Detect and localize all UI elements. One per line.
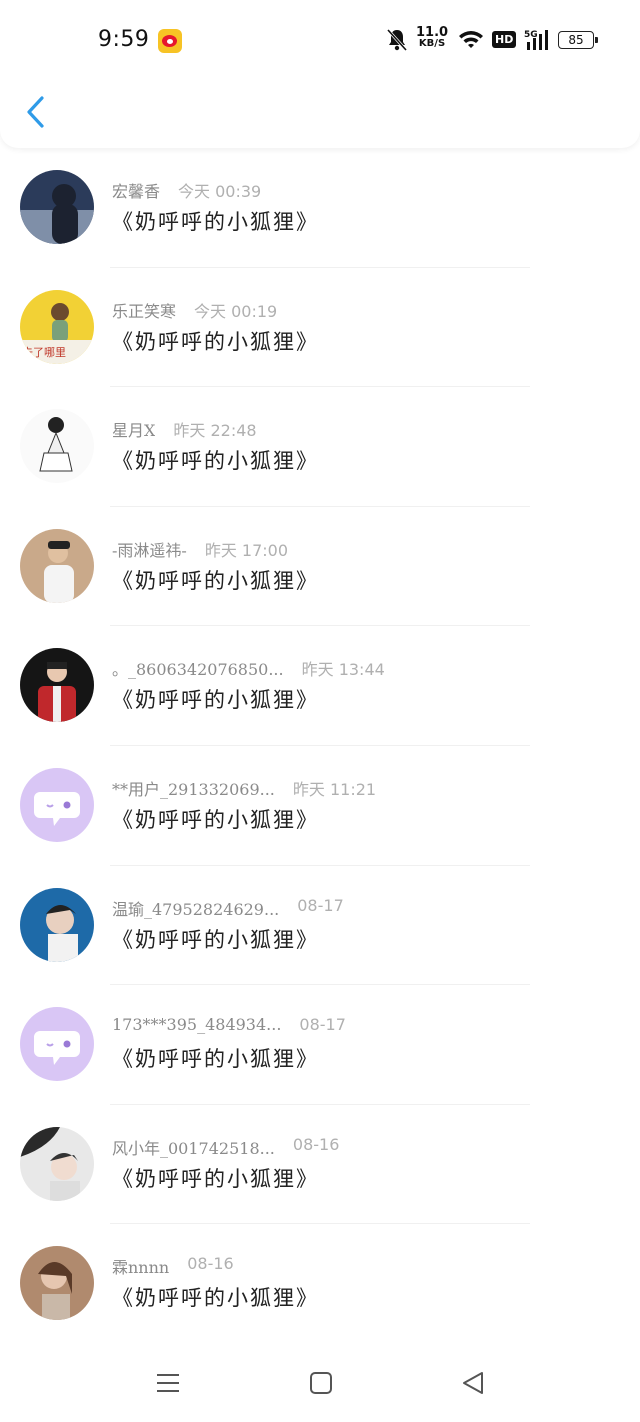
user-name: **用户_291332069...: [112, 779, 275, 799]
message-text: 《奶呼呼的小狐狸》: [112, 210, 319, 234]
message-text: 《奶呼呼的小狐狸》: [112, 927, 319, 952]
message-text: 《奶呼呼的小狐狸》: [112, 329, 319, 354]
message-text: 《奶呼呼的小狐狸》: [112, 1047, 319, 1072]
item-meta: 。_8606342076850... 昨天 13:44: [112, 656, 385, 680]
item-meta: 宏馨香 今天 00:39: [112, 178, 262, 201]
message-text: 《奶呼呼的小狐狸》: [112, 449, 319, 474]
message-text: 《奶呼呼的小狐狸》: [112, 1166, 319, 1191]
avatar[interactable]: [20, 1126, 94, 1201]
home-square-icon[interactable]: [308, 1370, 334, 1396]
list-item[interactable]: -雨淋遥祎- 昨天 17:00 《奶呼呼的小狐狸》: [0, 507, 640, 627]
weibo-app-icon: [158, 29, 182, 53]
user-name: 宏馨香: [112, 182, 161, 201]
bell-muted-icon: [386, 28, 408, 52]
avatar[interactable]: 去了哪里: [20, 289, 94, 364]
net-speed: 11.0 KB/S: [416, 26, 448, 49]
item-meta: 乐正笑寒 今天 00:19: [112, 298, 278, 321]
user-name: 霖nnnn: [112, 1258, 170, 1278]
user-name: -雨淋遥祎-: [112, 540, 187, 560]
item-meta: 173***395_484934... 08-17: [112, 1015, 346, 1037]
battery-indicator: 85: [558, 31, 598, 49]
back-triangle-icon[interactable]: [460, 1370, 486, 1396]
item-meta: **用户_291332069... 昨天 11:21: [112, 776, 377, 799]
message-text: 《奶呼呼的小狐狸》: [112, 688, 319, 713]
message-time: 今天 00:39: [178, 182, 262, 201]
message-list: 宏馨香 今天 00:39 《奶呼呼的小狐狸》 去了哪里 乐正笑寒 今天 00:19 …: [0, 148, 640, 1344]
avatar[interactable]: [20, 1246, 94, 1321]
message-text: 《奶呼呼的小狐狸》: [112, 568, 319, 593]
message-time: 昨天 13:44: [301, 660, 385, 680]
svg-text:去了哪里: 去了哪里: [22, 346, 66, 359]
message-text: 《奶呼呼的小狐狸》: [112, 807, 319, 832]
message-time: 昨天 17:00: [204, 540, 289, 560]
avatar[interactable]: [20, 887, 94, 962]
list-item[interactable]: **用户_291332069... 昨天 11:21 《奶呼呼的小狐狸》: [0, 746, 640, 866]
avatar[interactable]: [20, 528, 94, 603]
message-time: 08-16: [187, 1254, 234, 1274]
message-time: 08-16: [292, 1134, 340, 1154]
item-meta: 风小年_001742518... 08-16: [112, 1134, 340, 1158]
user-name: 温瑜_47952824629...: [112, 899, 280, 919]
item-meta: 霖nnnn 08-16: [112, 1254, 234, 1278]
avatar[interactable]: [20, 409, 94, 484]
message-time: 08-17: [297, 895, 344, 915]
list-item[interactable]: 宏馨香 今天 00:39 《奶呼呼的小狐狸》: [0, 148, 640, 268]
item-meta: -雨淋遥祎- 昨天 17:00: [112, 537, 289, 560]
list-item[interactable]: 。_8606342076850... 昨天 13:44 《奶呼呼的小狐狸》: [0, 626, 640, 746]
message-time: 今天 00:19: [194, 301, 278, 321]
avatar[interactable]: [20, 1007, 94, 1082]
avatar[interactable]: [20, 648, 94, 723]
wifi-icon: [458, 28, 484, 50]
list-item[interactable]: 霖nnnn 08-16 《奶呼呼的小狐狸》: [0, 1224, 640, 1344]
list-item[interactable]: 温瑜_47952824629... 08-17 《奶呼呼的小狐狸》: [0, 866, 640, 986]
item-meta: 温瑜_47952824629... 08-17: [112, 895, 344, 919]
status-time: 9:59: [98, 27, 150, 52]
net-speed-unit: KB/S: [418, 38, 446, 49]
list-item[interactable]: 星月X 昨天 22:48 《奶呼呼的小狐狸》: [0, 387, 640, 507]
message-text: 《奶呼呼的小狐狸》: [112, 1286, 319, 1311]
message-time: 昨天 22:48: [173, 421, 257, 441]
hd-badge: HD: [492, 31, 517, 48]
item-meta: 星月X 昨天 22:48: [112, 417, 257, 441]
list-item[interactable]: 173***395_484934... 08-17 《奶呼呼的小狐狸》: [0, 985, 640, 1105]
user-name: 风小年_001742518...: [112, 1138, 275, 1158]
avatar[interactable]: [20, 170, 94, 244]
list-item[interactable]: 去了哪里 乐正笑寒 今天 00:19 《奶呼呼的小狐狸》: [0, 268, 640, 388]
message-time: 08-17: [299, 1015, 346, 1035]
user-name: 173***395_484934...: [112, 1015, 282, 1035]
list-item[interactable]: 风小年_001742518... 08-16 《奶呼呼的小狐狸》: [0, 1105, 640, 1225]
chevron-left-icon[interactable]: [22, 94, 52, 130]
avatar[interactable]: [20, 767, 94, 842]
user-name: 乐正笑寒: [112, 301, 177, 321]
signal-icon: 5G: [524, 28, 552, 52]
status-bar: 9:59 11.0 KB/S HD 5G 85: [0, 0, 640, 80]
user-name: 。_8606342076850...: [112, 660, 284, 680]
menu-icon[interactable]: [155, 1370, 181, 1396]
user-name: 星月X: [112, 421, 156, 441]
system-nav-bar: [0, 1342, 640, 1422]
message-time: 昨天 11:21: [292, 779, 377, 799]
